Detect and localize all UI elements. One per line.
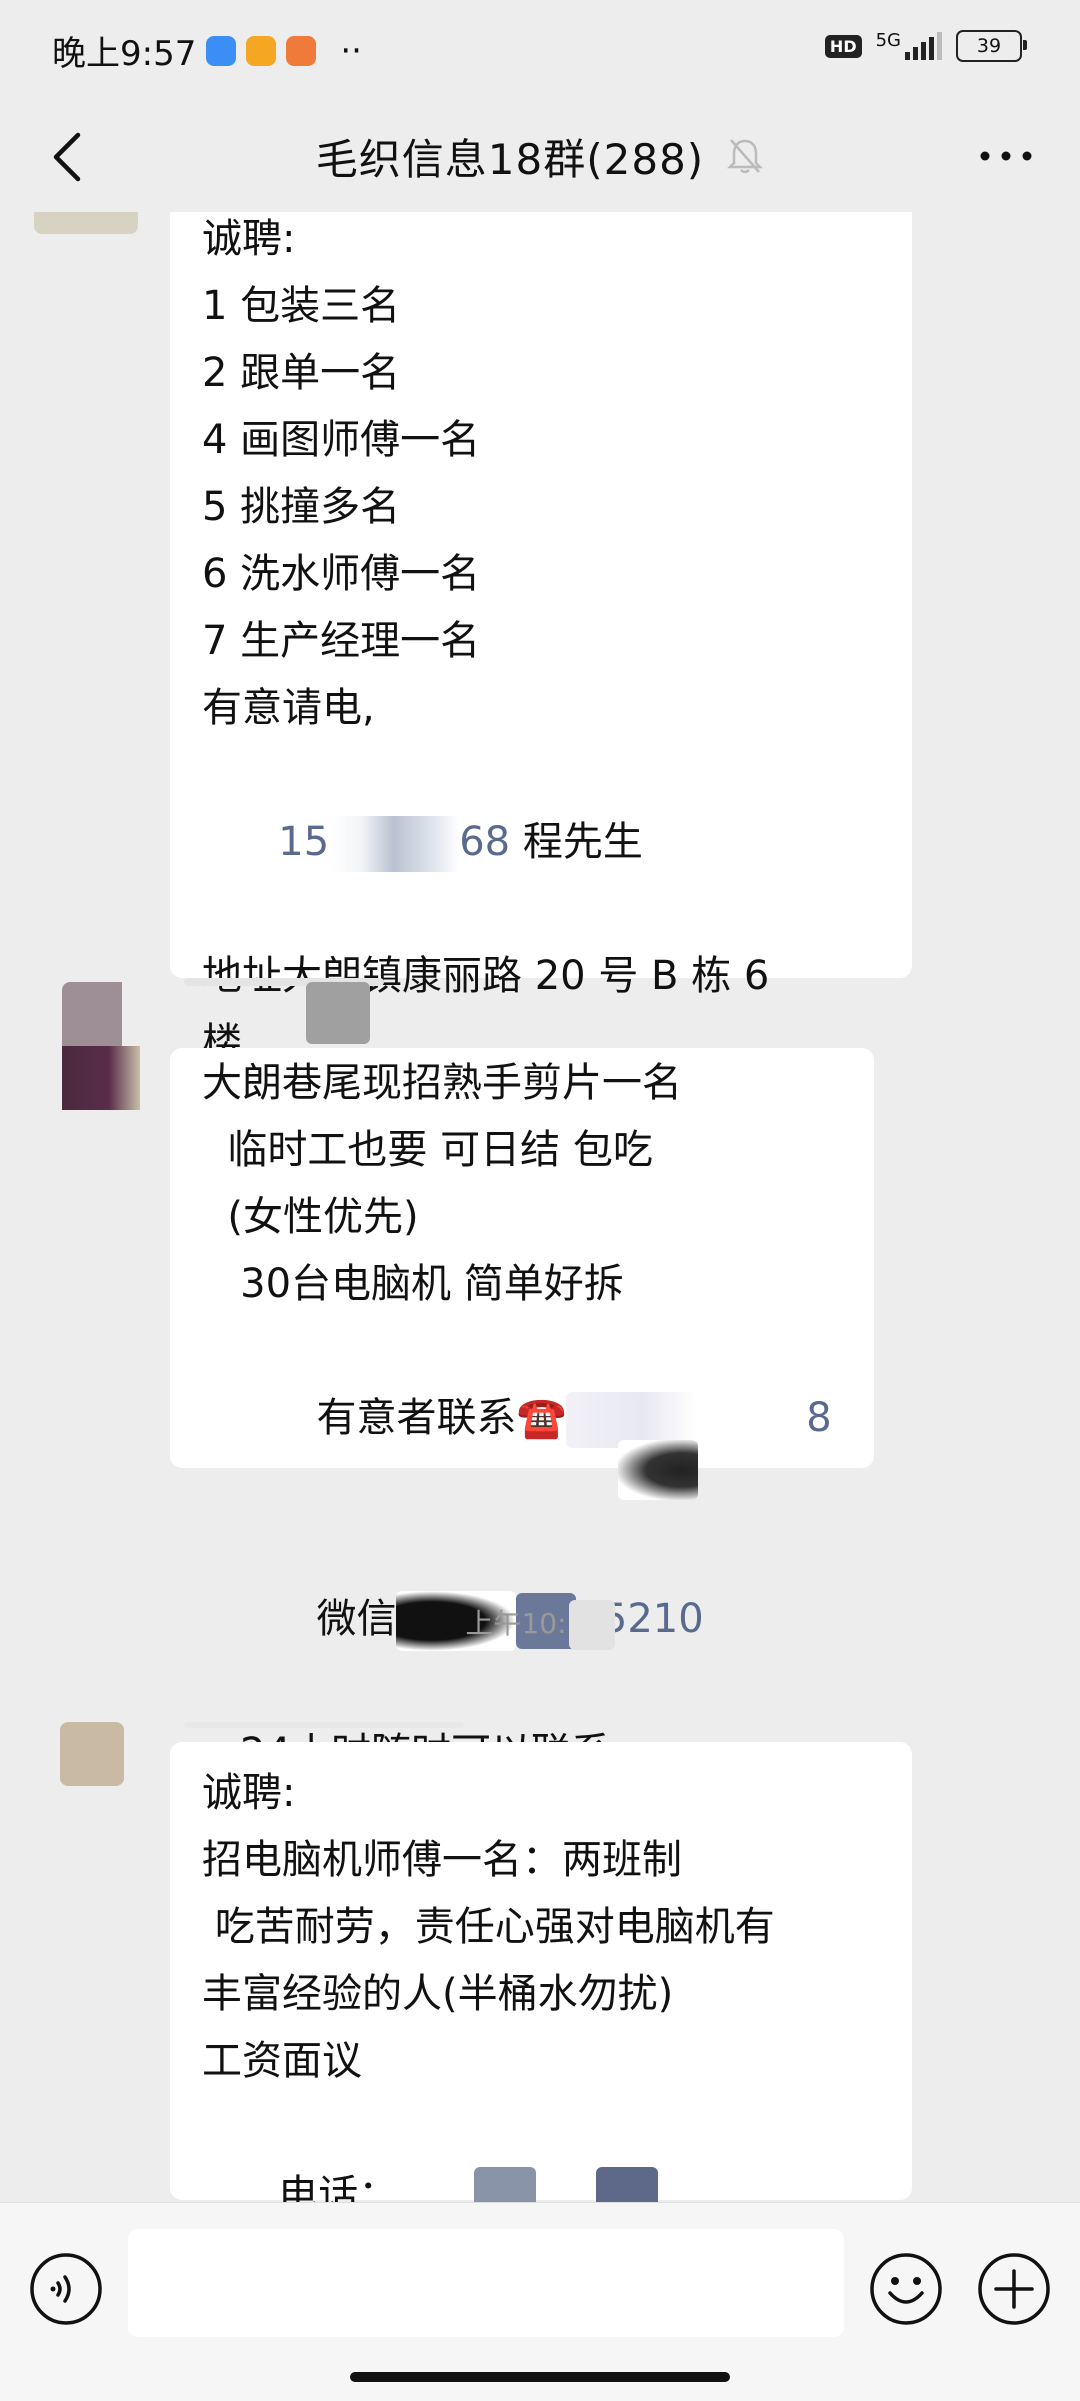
back-arrow-icon: [53, 132, 81, 182]
signal-group: 5G: [876, 32, 942, 60]
home-indicator[interactable]: [350, 2372, 730, 2382]
contact-number-tail[interactable]: 8: [806, 1395, 831, 1441]
message-line: 4 画图师傅一名: [202, 417, 481, 463]
battery-level: 39: [976, 35, 1002, 57]
message-line: 大朗巷尾现招熟手剪片一名: [202, 1060, 682, 1106]
message-line: 临时工也要 可日结 包吃: [202, 1127, 653, 1173]
avatar[interactable]: [62, 982, 140, 1318]
redaction-block: [596, 2167, 659, 2202]
message-bubble[interactable]: 诚聘: 招电脑机师傅一名：两班制 吃苦耐劳，责任心强对电脑机有 丰富经验的人(半…: [170, 1742, 912, 2202]
contact-line: 有意者联系☎️ 8: [202, 1318, 842, 1519]
address-line: 地址大朗镇康丽路 20 号 B 栋 6: [202, 953, 770, 999]
redaction-block: [329, 816, 460, 872]
phone-number-prefix[interactable]: 15: [278, 819, 329, 865]
status-right: HD 5G 39: [824, 30, 1027, 62]
hd-badge: HD: [824, 34, 862, 58]
message-line: 诚聘:: [202, 1770, 296, 1816]
phone-line: 15 68 程先生: [202, 742, 880, 943]
avatar[interactable]: [60, 1722, 124, 1786]
more-actions-button[interactable]: [976, 2251, 1052, 2327]
contact-label: 有意者联系☎️: [278, 1395, 567, 1441]
message-line: 有意请电,: [202, 685, 375, 731]
message-line: 7 生产经理一名: [202, 618, 481, 664]
message-line: 5 挑撞多名: [202, 484, 401, 530]
message-line: 诚聘:: [202, 216, 296, 262]
message-line: 30台电脑机 简单好拆: [202, 1261, 624, 1307]
more-dots-icon: [980, 151, 1032, 161]
shopping-app-icon: [286, 35, 317, 66]
time-separator: 上午10:: [0, 1600, 1080, 1650]
back-button[interactable]: [32, 122, 102, 192]
signal-icon: [905, 32, 942, 60]
message-line: 2 跟单一名: [202, 350, 401, 396]
status-time: 晚上9:57: [52, 34, 197, 74]
phone-number-suffix[interactable]: 68: [459, 819, 510, 865]
time-label: 上午10:: [465, 1607, 567, 1640]
status-left: 晚上9:57 ··: [52, 26, 362, 75]
message-line: 1 包装三名: [202, 283, 401, 329]
phone-line: 电话：: [202, 2095, 880, 2202]
chat-app-icon: [206, 35, 237, 66]
message-line: 招电脑机师傅一名：两班制: [202, 1837, 682, 1883]
voice-input-button[interactable]: [28, 2251, 104, 2327]
plus-icon: [978, 2253, 1050, 2325]
message-line: 工资面议: [202, 2038, 362, 2084]
chat-header: 毛织信息18群(288): [0, 100, 1080, 212]
phone-contact-name: 程先生: [510, 819, 643, 865]
phone-label: 电话：: [278, 2172, 399, 2202]
more-options-button[interactable]: [966, 124, 1046, 188]
network-type: 5G: [875, 30, 901, 51]
message-line: (女性优先): [202, 1194, 419, 1240]
voice-icon: [30, 2253, 102, 2325]
message-line: 丰富经验的人(半桶水勿扰): [202, 1971, 674, 2017]
message-line: 吃苦耐劳，责任心强对电脑机有: [202, 1904, 775, 1950]
emoji-icon: [870, 2253, 942, 2325]
more-notifications-dots: ··: [340, 30, 362, 71]
sender-name-redacted: [306, 982, 370, 1044]
group-title: 毛织信息18群(288): [315, 134, 705, 184]
avatar[interactable]: [34, 212, 138, 234]
message-input[interactable]: [128, 2229, 844, 2337]
battery-icon: 39: [956, 30, 1027, 62]
emoji-button[interactable]: [868, 2251, 944, 2327]
notes-app-icon: [246, 35, 277, 66]
message-line: 6 洗水师傅一名: [202, 551, 481, 597]
status-bar: 晚上9:57 ·· HD 5G 39: [0, 0, 1080, 100]
message-bubble[interactable]: 诚聘: 1 包装三名 2 跟单一名 4 画图师傅一名 5 挑撞多名 6 洗水师傅…: [170, 212, 912, 1066]
redaction-block: [618, 1440, 698, 1500]
message-bubble[interactable]: 大朗巷尾现招熟手剪片一名 临时工也要 可日结 包吃 (女性优先) 30台电脑机 …: [170, 1048, 874, 1776]
mute-bell-icon: [727, 139, 764, 174]
redaction-block: [568, 1600, 615, 1650]
message-list[interactable]: 诚聘: 1 包装三名 2 跟单一名 4 画图师傅一名 5 挑撞多名 6 洗水师傅…: [0, 212, 1080, 2202]
title-wrap: 毛织信息18群(288): [316, 126, 764, 187]
redaction-block: [474, 2167, 537, 2202]
sender-name-redacted: [184, 1722, 464, 1728]
